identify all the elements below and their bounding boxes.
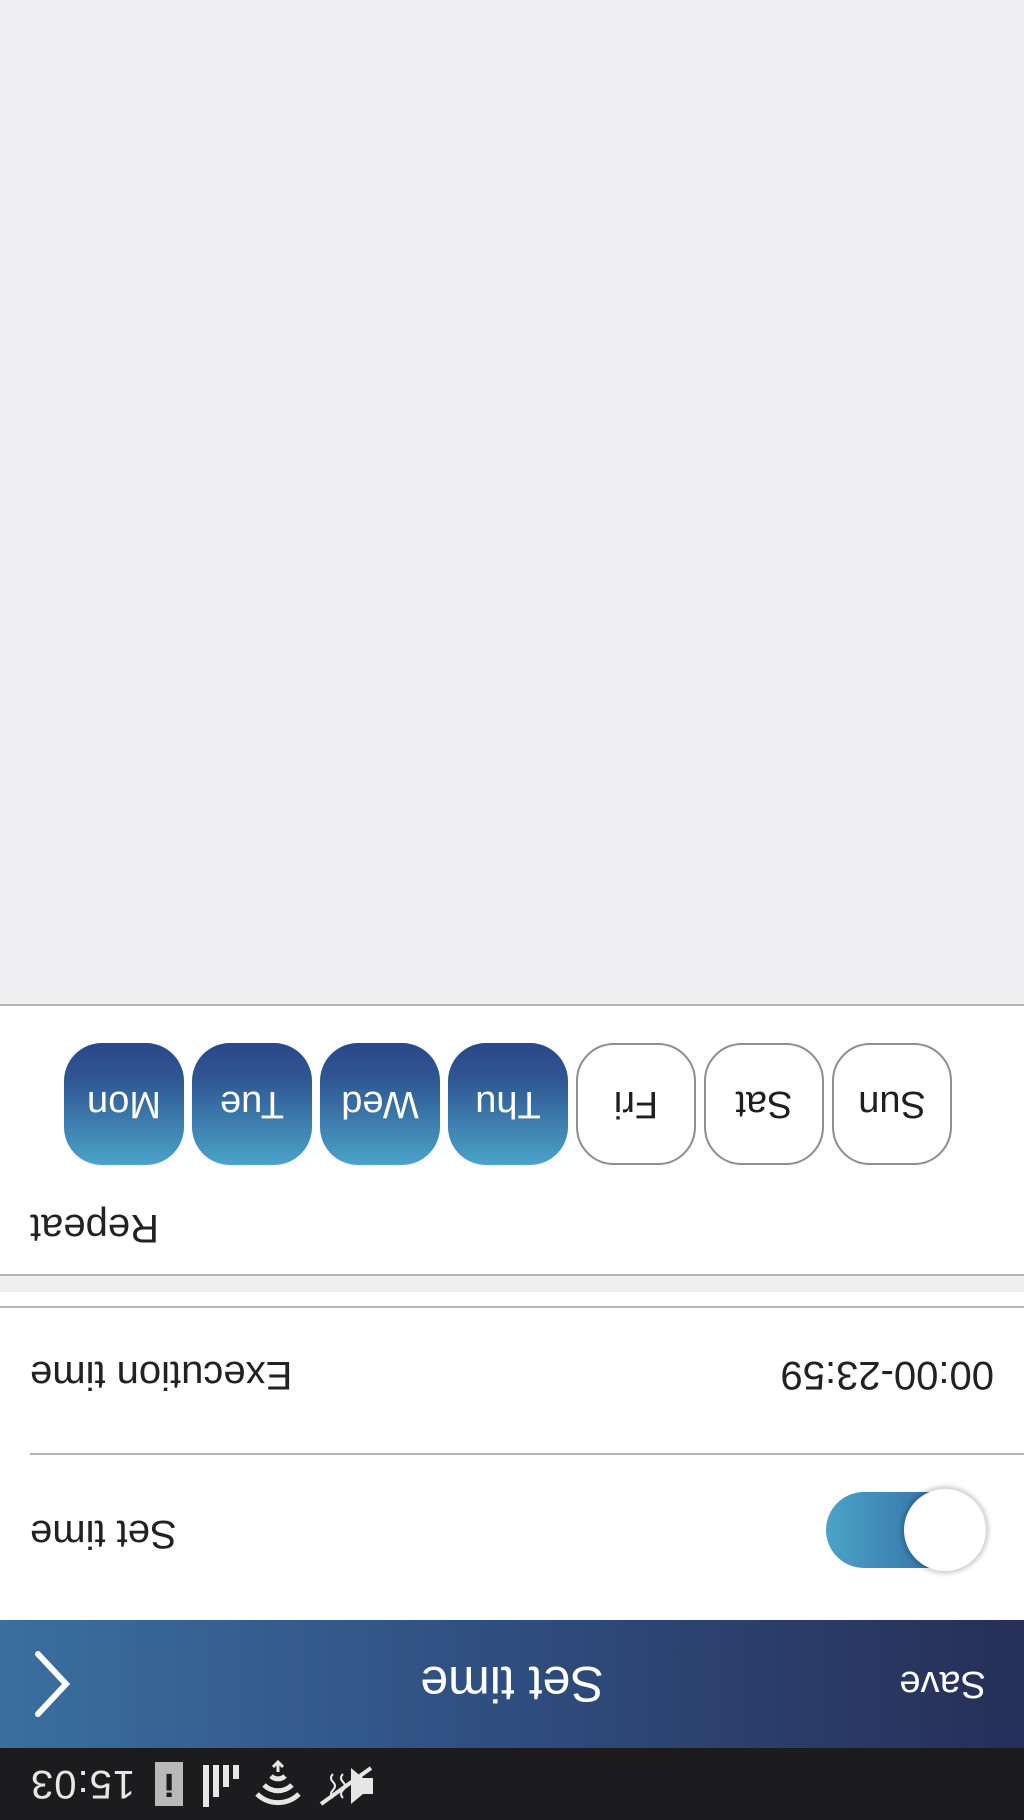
status-bar: i 15:03 bbox=[0, 1748, 1024, 1820]
screen: i 15:03 Set time Save Set time Execution… bbox=[0, 0, 1024, 1820]
app-bar: Set time Save bbox=[0, 1620, 1024, 1748]
day-selector: Mon Tue Wed Thu Fri Sat Sun bbox=[64, 1043, 952, 1165]
card-divider bbox=[0, 1306, 1024, 1308]
repeat-card: Repeat Mon Tue Wed Thu Fri Sat Sun bbox=[0, 1006, 1024, 1274]
wifi-icon bbox=[253, 1756, 303, 1813]
status-time: 15:03 bbox=[30, 1762, 136, 1807]
day-mon[interactable]: Mon bbox=[64, 1043, 184, 1165]
info-icon: i bbox=[155, 1762, 184, 1806]
set-time-toggle[interactable] bbox=[826, 1489, 986, 1571]
day-wed[interactable]: Wed bbox=[320, 1043, 440, 1165]
day-fri[interactable]: Fri bbox=[576, 1043, 696, 1165]
page-title: Set time bbox=[420, 1656, 604, 1712]
mute-icon bbox=[315, 1760, 377, 1809]
toggle-knob bbox=[904, 1489, 986, 1571]
execution-time-label: Execution time bbox=[30, 1353, 293, 1398]
set-time-label: Set time bbox=[30, 1512, 177, 1557]
signal-icon bbox=[195, 1759, 241, 1810]
status-icons: i bbox=[155, 1756, 377, 1813]
time-settings-card: Set time Execution time 00:00-23:59 bbox=[0, 1292, 1024, 1620]
day-thu[interactable]: Thu bbox=[448, 1043, 568, 1165]
execution-time-value: 00:00-23:59 bbox=[780, 1353, 994, 1398]
card-divider bbox=[0, 1274, 1024, 1276]
card-divider bbox=[0, 1004, 1024, 1006]
day-sun[interactable]: Sun bbox=[832, 1043, 952, 1165]
save-button[interactable]: Save bbox=[899, 1620, 986, 1748]
execution-time-row[interactable]: Execution time 00:00-23:59 bbox=[0, 1297, 1024, 1453]
day-tue[interactable]: Tue bbox=[192, 1043, 312, 1165]
set-time-row[interactable]: Set time bbox=[0, 1456, 1024, 1612]
day-sat[interactable]: Sat bbox=[704, 1043, 824, 1165]
repeat-label: Repeat bbox=[30, 1206, 159, 1250]
row-divider bbox=[30, 1453, 1024, 1455]
